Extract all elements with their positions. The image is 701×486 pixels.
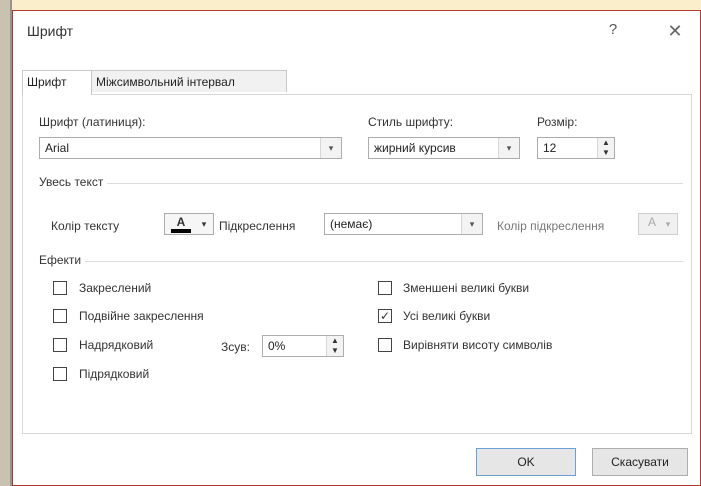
- subscript-checkbox[interactable]: [53, 367, 67, 381]
- chevron-down-icon[interactable]: ▾: [320, 138, 341, 158]
- tab-font[interactable]: Шрифт: [22, 70, 92, 95]
- font-size-label: Розмір:: [537, 115, 578, 129]
- font-family-select[interactable]: Arial ▾: [39, 137, 342, 159]
- small-caps-checkbox[interactable]: [378, 281, 392, 295]
- spin-down-icon[interactable]: ▼: [327, 346, 343, 356]
- font-size-input[interactable]: 12 ▲ ▼: [537, 137, 615, 159]
- chevron-down-icon[interactable]: ▾: [498, 138, 519, 158]
- help-button[interactable]: ?: [603, 21, 623, 41]
- background-strip: [0, 0, 10, 486]
- double-strikethrough-label[interactable]: Подвійне закреслення: [79, 309, 204, 323]
- small-caps-label[interactable]: Зменшені великі букви: [403, 281, 529, 295]
- all-text-group-line: [39, 183, 683, 184]
- text-color-button[interactable]: А ▾: [164, 213, 214, 235]
- double-strikethrough-checkbox[interactable]: [53, 309, 67, 323]
- offset-input[interactable]: 0% ▲ ▼: [262, 335, 344, 357]
- superscript-label[interactable]: Надрядковий: [79, 338, 153, 352]
- font-style-label: Стиль шрифту:: [368, 115, 454, 129]
- strikethrough-checkbox[interactable]: [53, 281, 67, 295]
- text-color-label: Колір тексту: [51, 219, 120, 233]
- underline-style-label: Підкреслення: [219, 219, 296, 233]
- font-size-spinner[interactable]: ▲ ▼: [597, 138, 614, 158]
- offset-spinner[interactable]: ▲ ▼: [326, 336, 343, 356]
- chevron-down-icon: ▾: [665, 219, 671, 229]
- text-color-swatch: [171, 229, 191, 233]
- strikethrough-label[interactable]: Закреслений: [79, 281, 151, 295]
- font-family-value: Arial: [45, 141, 70, 155]
- offset-label: Зсув:: [221, 340, 250, 354]
- font-dialog: Шрифт ? ✕ Шрифт Міжсимвольний інтервал Ш…: [12, 10, 701, 486]
- underline-color-icon: А: [647, 215, 656, 229]
- all-caps-label[interactable]: Усі великі букви: [403, 309, 490, 323]
- underline-color-label: Колір підкреслення: [497, 219, 605, 233]
- font-style-value: жирний курсив: [374, 141, 456, 155]
- tab-character-spacing-label: Міжсимвольний інтервал: [96, 75, 235, 89]
- tab-font-label: Шрифт: [27, 75, 67, 89]
- spin-up-icon[interactable]: ▲: [327, 336, 343, 346]
- spin-down-icon[interactable]: ▼: [598, 148, 614, 158]
- underline-style-value: (немає): [330, 217, 373, 231]
- ok-button[interactable]: OK: [476, 448, 576, 476]
- close-button[interactable]: ✕: [663, 19, 687, 43]
- effects-group-line: [39, 261, 683, 262]
- all-text-group-label: Увесь текст: [39, 175, 108, 189]
- chevron-down-icon[interactable]: ▾: [461, 214, 482, 234]
- all-caps-checkbox[interactable]: ✓: [378, 309, 392, 323]
- equalize-height-label[interactable]: Вирівняти висоту символів: [403, 338, 552, 352]
- font-size-value: 12: [543, 141, 557, 155]
- font-family-label: Шрифт (латиниця):: [39, 115, 146, 129]
- effects-group-label: Ефекти: [39, 253, 86, 267]
- dialog-title: Шрифт: [27, 23, 74, 39]
- offset-value: 0%: [268, 339, 286, 353]
- font-tab-panel: Шрифт (латиниця): Arial ▾ Стиль шрифту: …: [22, 94, 692, 434]
- cancel-button[interactable]: Скасувати: [592, 448, 688, 476]
- subscript-label[interactable]: Підрядковий: [79, 367, 149, 381]
- spin-up-icon[interactable]: ▲: [598, 138, 614, 148]
- tab-character-spacing[interactable]: Міжсимвольний інтервал: [91, 70, 287, 92]
- underline-color-button[interactable]: А ▾: [638, 213, 678, 235]
- superscript-checkbox[interactable]: [53, 338, 67, 352]
- equalize-height-checkbox[interactable]: [378, 338, 392, 352]
- underline-style-select[interactable]: (немає) ▾: [324, 213, 483, 235]
- chevron-down-icon: ▾: [201, 219, 207, 229]
- text-color-icon: А: [176, 215, 186, 229]
- font-style-select[interactable]: жирний курсив ▾: [368, 137, 520, 159]
